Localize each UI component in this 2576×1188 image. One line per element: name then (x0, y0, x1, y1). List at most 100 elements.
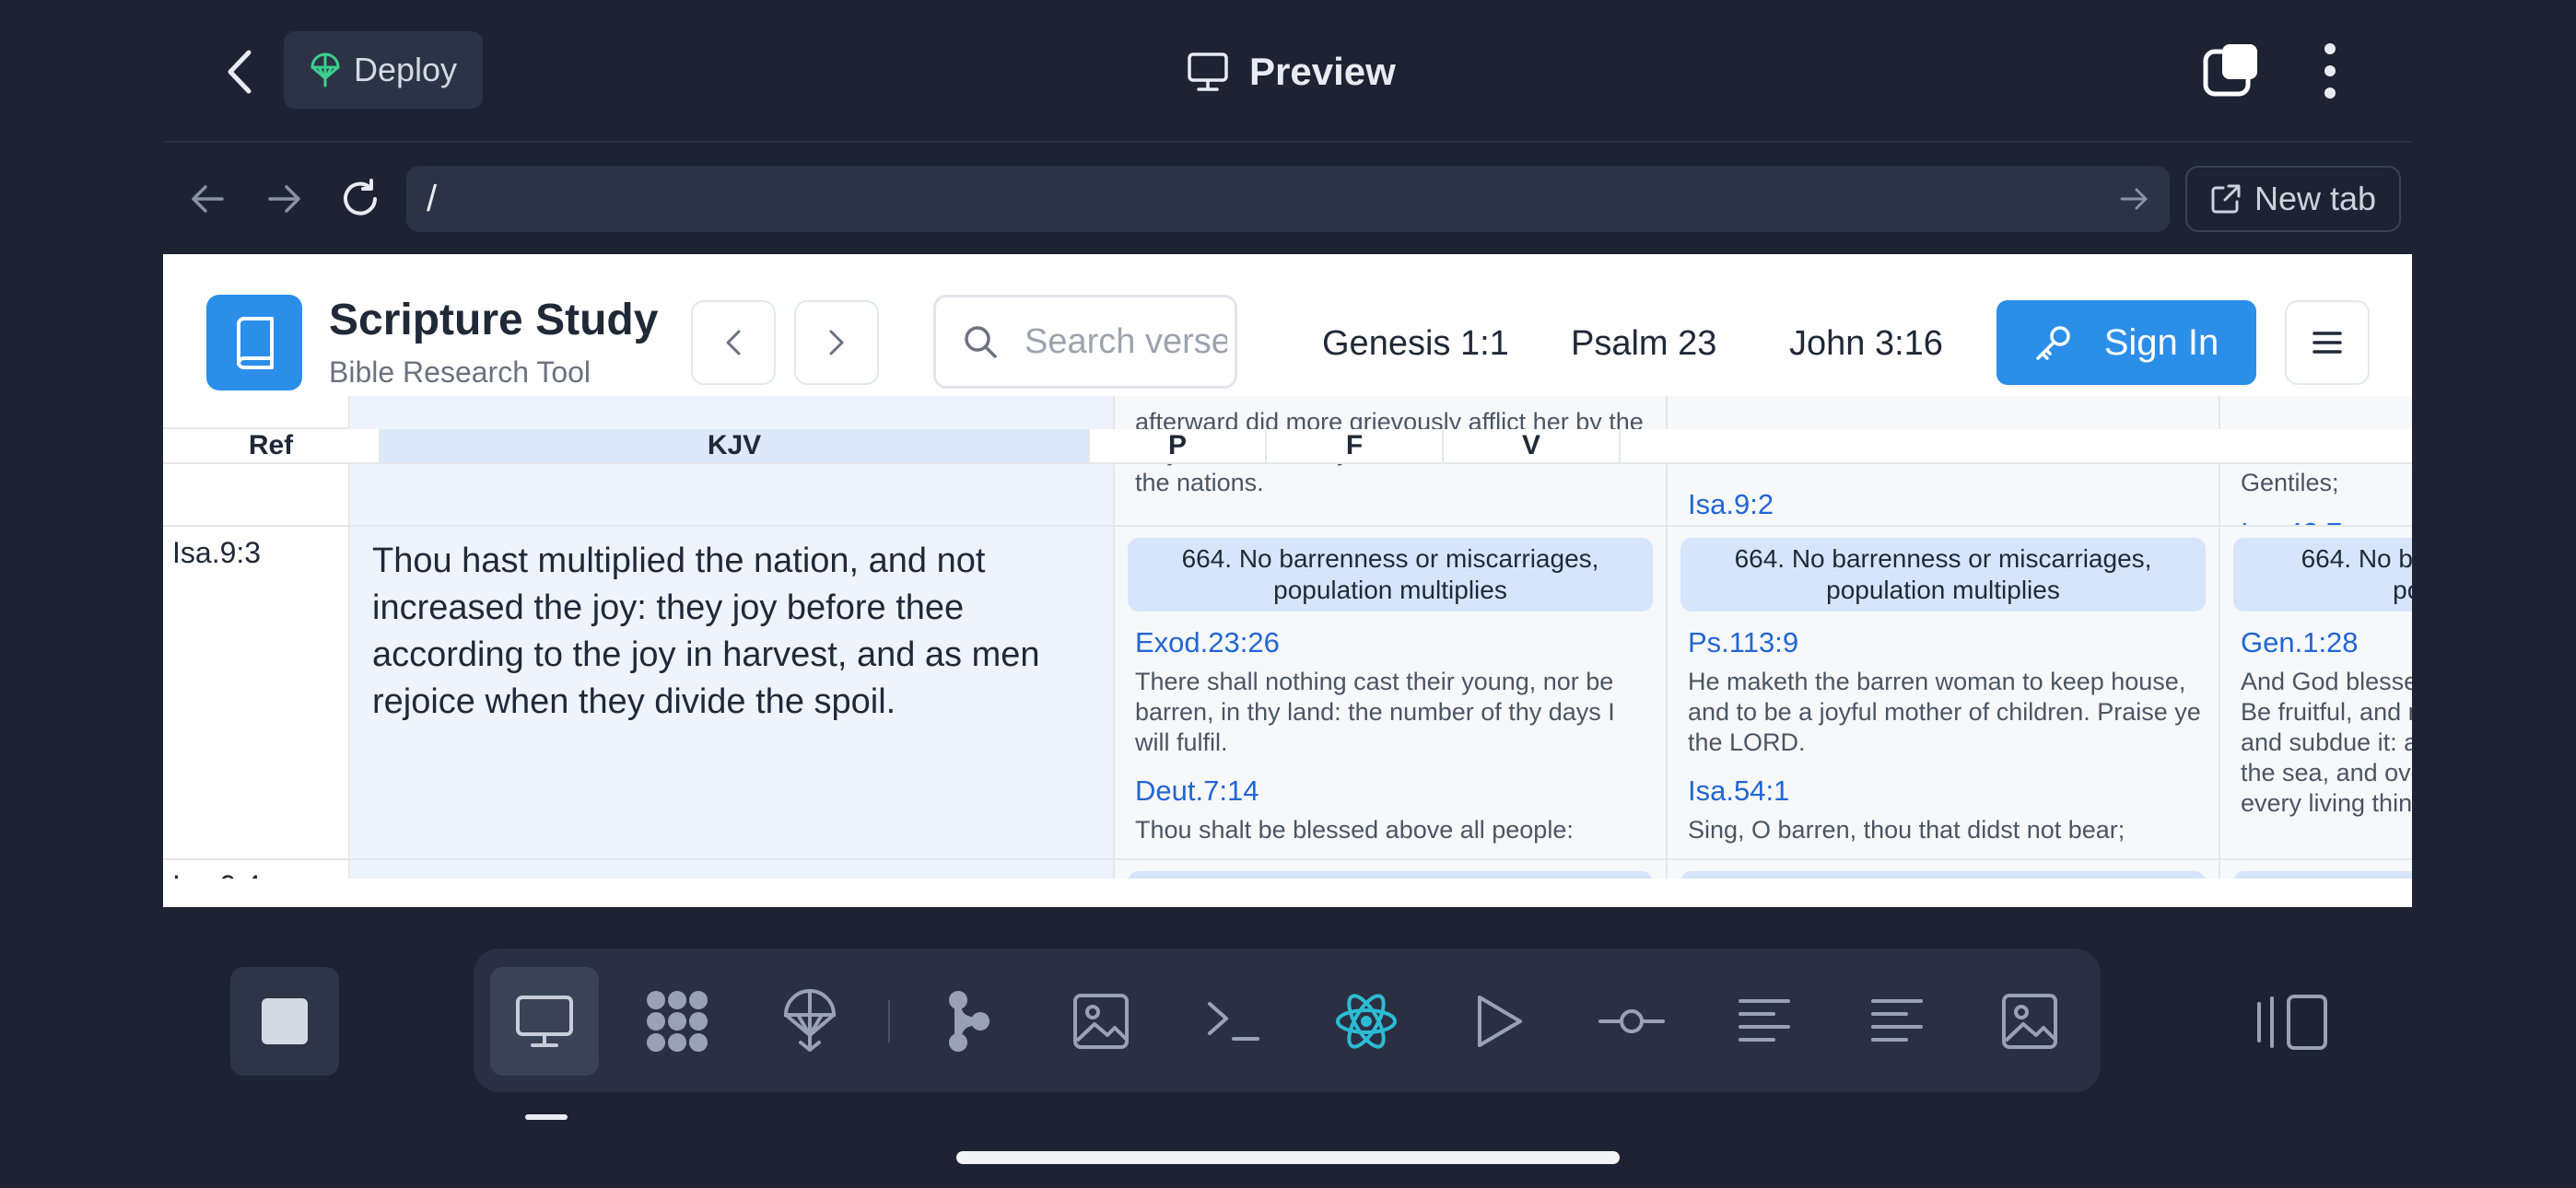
react-icon (1336, 994, 1397, 1049)
tool-docs[interactable] (1843, 967, 1951, 1076)
tool-apps[interactable] (623, 967, 732, 1076)
git-icon (949, 991, 989, 1052)
arrow-right-icon (268, 185, 300, 213)
topic-badge[interactable]: 664. No barrenness or miscarriages, popu… (1128, 538, 1653, 611)
url-input[interactable]: / (406, 166, 2170, 232)
column-header-v[interactable]: V (1444, 429, 1621, 462)
column-header-row: Ref KJV P F V (163, 429, 2412, 464)
app-subtitle: Bible Research Tool (329, 355, 591, 389)
verse-ref-link[interactable]: Isa.9:2 (1680, 488, 2206, 521)
quick-link-john[interactable]: John 3:16 (1789, 324, 1943, 364)
verse-text: Sing, O barren, thou that didst not bear… (1688, 816, 2125, 844)
verse-ref-link[interactable]: Ps.113:9 (1680, 626, 2206, 659)
tool-assets[interactable] (1975, 967, 2084, 1076)
go-arrow-icon[interactable] (2118, 182, 2151, 215)
app-logo[interactable] (206, 295, 302, 390)
deploy-button[interactable]: Deploy (284, 31, 483, 109)
book-icon (237, 317, 274, 369)
play-icon (1478, 996, 1522, 1047)
tool-deploy[interactable] (755, 967, 864, 1076)
chevron-right-icon (829, 330, 844, 355)
reload-button[interactable] (334, 173, 386, 225)
verse-ref-link[interactable]: Deut.7:14 (1128, 775, 1653, 808)
column-header-ref[interactable]: Ref (163, 429, 381, 462)
new-tab-label: New tab (2254, 180, 2377, 217)
tool-images[interactable] (1047, 967, 1155, 1076)
app-title: Scripture Study (329, 296, 659, 344)
tool-terminal[interactable] (1179, 967, 1288, 1076)
top-bar: Deploy Preview (0, 0, 2576, 143)
prev-chapter-button[interactable] (691, 300, 776, 385)
new-tab-button[interactable]: New tab (2185, 166, 2401, 232)
divider (163, 141, 2412, 143)
next-chapter-button[interactable] (794, 300, 879, 385)
text-lines-icon (1739, 999, 1790, 1042)
image-icon (2002, 994, 2057, 1049)
tool-git[interactable] (914, 967, 1023, 1076)
quick-link-genesis[interactable]: Genesis 1:1 (1322, 324, 1509, 364)
browser-bar: / New tab (163, 157, 2412, 239)
column-header-p[interactable]: P (1090, 429, 1267, 462)
bottom-dock (0, 921, 2576, 1188)
tool-preview[interactable] (490, 967, 599, 1076)
stop-icon (262, 998, 308, 1044)
text-lines-icon (1871, 999, 1923, 1042)
stop-button[interactable] (230, 967, 339, 1076)
preview-label: Preview (1249, 50, 1396, 93)
more-options-icon[interactable] (2313, 41, 2348, 101)
search-input[interactable] (1025, 321, 1227, 362)
browser-back-button[interactable] (181, 173, 233, 225)
quick-link-psalm[interactable]: Psalm 23 (1571, 324, 1716, 364)
preview-title: Preview (1187, 41, 1396, 103)
hamburger-icon (2313, 332, 2342, 354)
terminal-icon (1208, 1002, 1259, 1041)
search-icon (965, 326, 997, 358)
back-button[interactable] (214, 37, 265, 107)
browser-forward-button[interactable] (259, 173, 310, 225)
deploy-icon (310, 52, 340, 87)
verse-text: And God blessed them, and God said unto … (2241, 668, 2412, 817)
deploy-label: Deploy (354, 51, 458, 88)
tool-run[interactable] (1445, 967, 1553, 1076)
kjv-cell: Thou hast multiplied the nation, and not… (350, 527, 1115, 858)
chevron-left-icon (726, 330, 741, 355)
apps-grid-icon (647, 991, 708, 1052)
tool-commits[interactable] (1577, 967, 1686, 1076)
split-view-icon[interactable] (2255, 993, 2329, 1052)
cross-ref-cell: 664. No barrenness or miscarriages, popu… (1115, 527, 1668, 858)
tool-bar (474, 949, 2101, 1092)
tabs-icon[interactable] (2202, 41, 2261, 99)
verse-text: There shall nothing cast their young, no… (1135, 668, 1615, 756)
preview-viewport: Scripture Study Bible Research Tool Gene… (163, 254, 2412, 907)
image-icon (1073, 994, 1129, 1049)
arrow-left-icon (192, 185, 224, 213)
verse-text: Gentiles; (2241, 469, 2339, 496)
monitor-icon (516, 996, 573, 1047)
topic-badge[interactable]: 664. No barrenness or miscarriages, popu… (1680, 538, 2206, 611)
commit-icon (1598, 1009, 1665, 1033)
search-box[interactable] (933, 295, 1237, 389)
active-tab-indicator (525, 1114, 568, 1120)
verse-ref-link[interactable]: Isa.42:7 (2233, 517, 2412, 525)
verse-ref-link[interactable]: Isa.54:1 (1680, 775, 2206, 808)
topic-badge[interactable]: 664. No barrenness or miscarriages, popu… (2233, 538, 2412, 611)
home-indicator[interactable] (956, 1151, 1620, 1164)
table-row: Isa.9:3 Thou hast multiplied the nation,… (163, 527, 2412, 860)
sign-in-button[interactable]: Sign In (1996, 300, 2256, 385)
tool-react[interactable] (1312, 967, 1421, 1076)
menu-button[interactable] (2285, 300, 2370, 385)
verse-text: He maketh the barren woman to keep house… (1688, 668, 2201, 756)
ref-cell[interactable]: Isa.9:3 (163, 527, 350, 858)
sign-in-label: Sign In (2103, 321, 2219, 363)
tool-separator (888, 1000, 890, 1042)
column-header-f[interactable]: F (1267, 429, 1444, 462)
tool-logs[interactable] (1710, 967, 1819, 1076)
verse-ref-link[interactable]: Exod.23:26 (1128, 626, 1653, 659)
reload-icon (344, 179, 377, 215)
verse-ref-link[interactable]: Gen.1:28 (2233, 626, 2412, 659)
deploy-icon (783, 989, 837, 1052)
column-header-kjv[interactable]: KJV (381, 429, 1090, 462)
cross-ref-cell: 664. No barrenness or miscarriages, popu… (1668, 527, 2220, 858)
key-icon (2035, 326, 2070, 360)
cross-ref-cell: 664. No barrenness or miscarriages, popu… (2220, 527, 2412, 858)
